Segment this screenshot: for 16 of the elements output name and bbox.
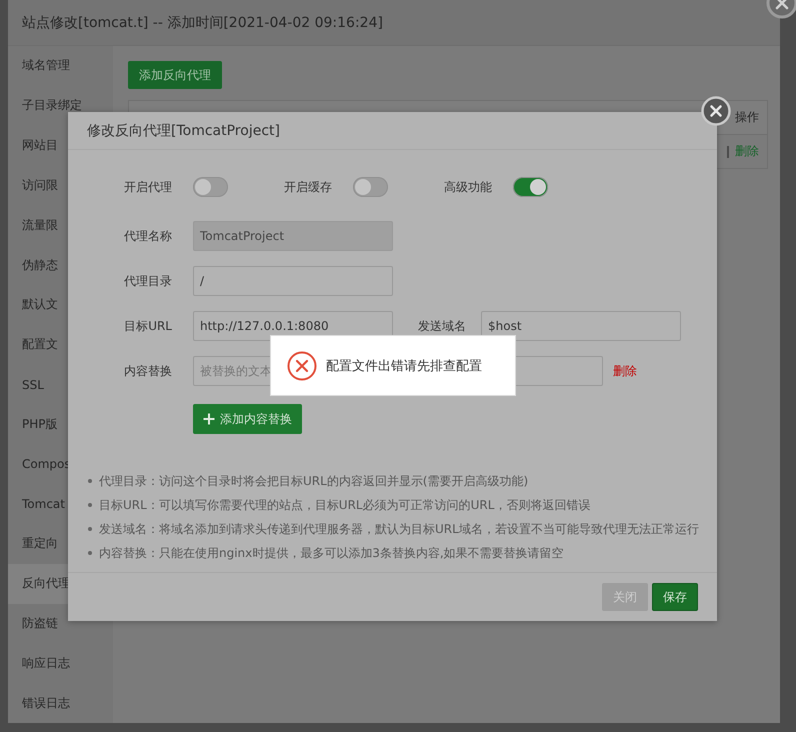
field-label: 代理目录 (123, 272, 172, 290)
window-title: 站点修改[tomcat.t] -- 添加时间[2021-04-02 09:16:24] (22, 14, 383, 32)
help-note: 发送域名：将域名添加到请求头传递到代理服务器，默认为目标URL域名，若设置不当可能导致代理无法正常运行 (99, 520, 699, 538)
help-note: 内容替换：只能在使用nginx时提供，最多可以添加3条替换内容,如果不需要替换请留空 (99, 544, 564, 562)
help-note: 代理目录：访问这个目录时将会把目标URL的内容返回并显示(需要开启高级功能) (99, 472, 528, 490)
dialog-title: 修改反向代理[TomcatProject] (87, 122, 280, 140)
help-note: 目标URL：可以填写你需要代理的站点，目标URL必须为可正常访问的URL，否则将返回错误 (99, 496, 590, 514)
switch-label: 高级功能 (443, 178, 492, 196)
field-label: 代理名称 (123, 228, 172, 244)
field-label: 发送域名 (417, 318, 466, 334)
switch-label: 开启缓存 (283, 178, 332, 196)
switch-label: 开启代理 (123, 178, 172, 196)
column-header: 操作 (735, 110, 759, 124)
toast-message: 配置文件出错请先排查配置 (326, 358, 482, 374)
field-label: 目标URL (123, 318, 172, 334)
field-label: 内容替换 (123, 362, 172, 380)
